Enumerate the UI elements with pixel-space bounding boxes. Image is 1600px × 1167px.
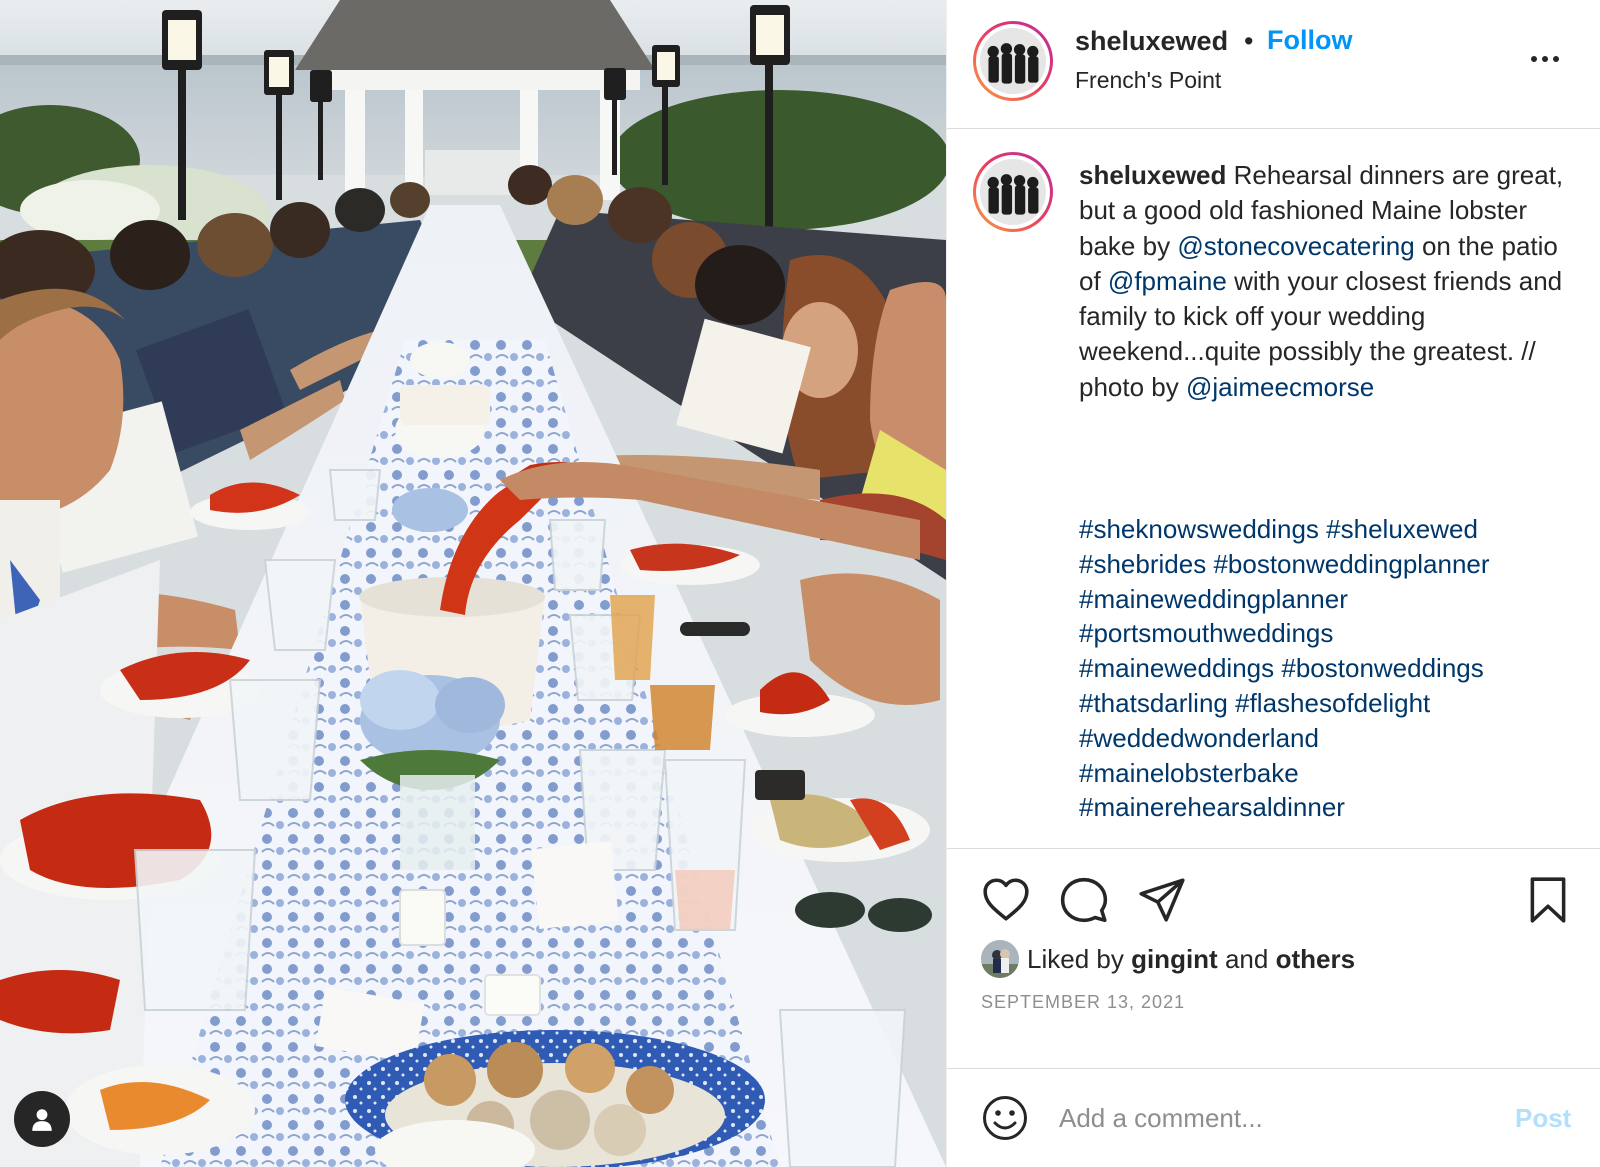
liked-by-and: and: [1224, 943, 1269, 974]
lobster-bake-photo: [0, 0, 946, 1167]
separator-dot: •: [1244, 26, 1254, 56]
caption-section: sheluxewed Rehearsal dinners are great, …: [947, 130, 1600, 848]
hashtag[interactable]: #shebrides: [1079, 549, 1206, 579]
caption-username[interactable]: sheluxewed: [1079, 160, 1226, 190]
hashtag[interactable]: #maineweddings: [1079, 653, 1274, 683]
comment-icon[interactable]: [1059, 875, 1109, 925]
author-username[interactable]: sheluxewed: [1075, 26, 1228, 57]
comment-bar: Post: [947, 1068, 1600, 1167]
hashtag[interactable]: #bostonweddings: [1281, 653, 1483, 683]
caption-author-avatar[interactable]: [973, 152, 1053, 232]
liked-by-user[interactable]: gingint: [1131, 944, 1218, 975]
hashtag[interactable]: #weddedwonderland: [1079, 723, 1319, 753]
hashtag[interactable]: #portsmouthweddings: [1079, 618, 1333, 648]
post-location[interactable]: French's Point: [1075, 67, 1221, 94]
post-date[interactable]: SEPTEMBER 13, 2021: [981, 992, 1185, 1013]
hashtag-list: #sheknowsweddings #sheluxewed #shebrides…: [1079, 512, 1579, 825]
liked-by-others[interactable]: others: [1276, 944, 1355, 975]
hashtag[interactable]: #maineweddingplanner: [1079, 584, 1348, 614]
avatar-group-photo: [980, 28, 1046, 94]
hashtag[interactable]: #mainelobsterbake: [1079, 758, 1299, 788]
mention-stonecovecatering[interactable]: @stonecovecatering: [1177, 231, 1414, 261]
hashtag[interactable]: #mainerehearsaldinner: [1079, 792, 1345, 822]
liked-by-prefix: Liked by: [1027, 943, 1124, 974]
heart-icon[interactable]: [981, 875, 1031, 925]
tagged-people-button[interactable]: [14, 1091, 70, 1147]
hashtag[interactable]: #thatsdarling: [1079, 688, 1228, 718]
paper-plane-icon[interactable]: [1137, 875, 1187, 925]
post-photo[interactable]: [0, 0, 946, 1167]
hashtag[interactable]: #sheluxewed: [1326, 514, 1478, 544]
hashtag[interactable]: #sheknowsweddings: [1079, 514, 1319, 544]
hashtag[interactable]: #flashesofdelight: [1235, 688, 1430, 718]
author-avatar[interactable]: [973, 21, 1053, 101]
follow-button[interactable]: Follow: [1267, 25, 1352, 56]
post-side-panel: sheluxewed • Follow French's Point shelu…: [946, 0, 1600, 1167]
mention-jaimeecmorse[interactable]: @jaimeecmorse: [1186, 372, 1374, 402]
liker-avatar[interactable]: [981, 940, 1019, 978]
comment-input[interactable]: [1059, 1093, 1479, 1143]
bookmark-icon[interactable]: [1523, 875, 1573, 925]
more-options-icon[interactable]: [1525, 44, 1565, 74]
avatar-group-photo: [980, 159, 1046, 225]
post-actions: Liked by gingint and others SEPTEMBER 13…: [947, 848, 1600, 1080]
post-comment-button[interactable]: Post: [1515, 1103, 1571, 1134]
smiley-icon[interactable]: [981, 1094, 1029, 1142]
user-icon: [32, 1109, 52, 1131]
likes-summary: Liked by gingint and others: [981, 939, 1355, 979]
caption-text: sheluxewed Rehearsal dinners are great, …: [1079, 158, 1579, 405]
mention-fpmaine[interactable]: @fpmaine: [1108, 266, 1227, 296]
post-header: sheluxewed • Follow French's Point: [947, 0, 1600, 129]
hashtag[interactable]: #bostonweddingplanner: [1213, 549, 1489, 579]
